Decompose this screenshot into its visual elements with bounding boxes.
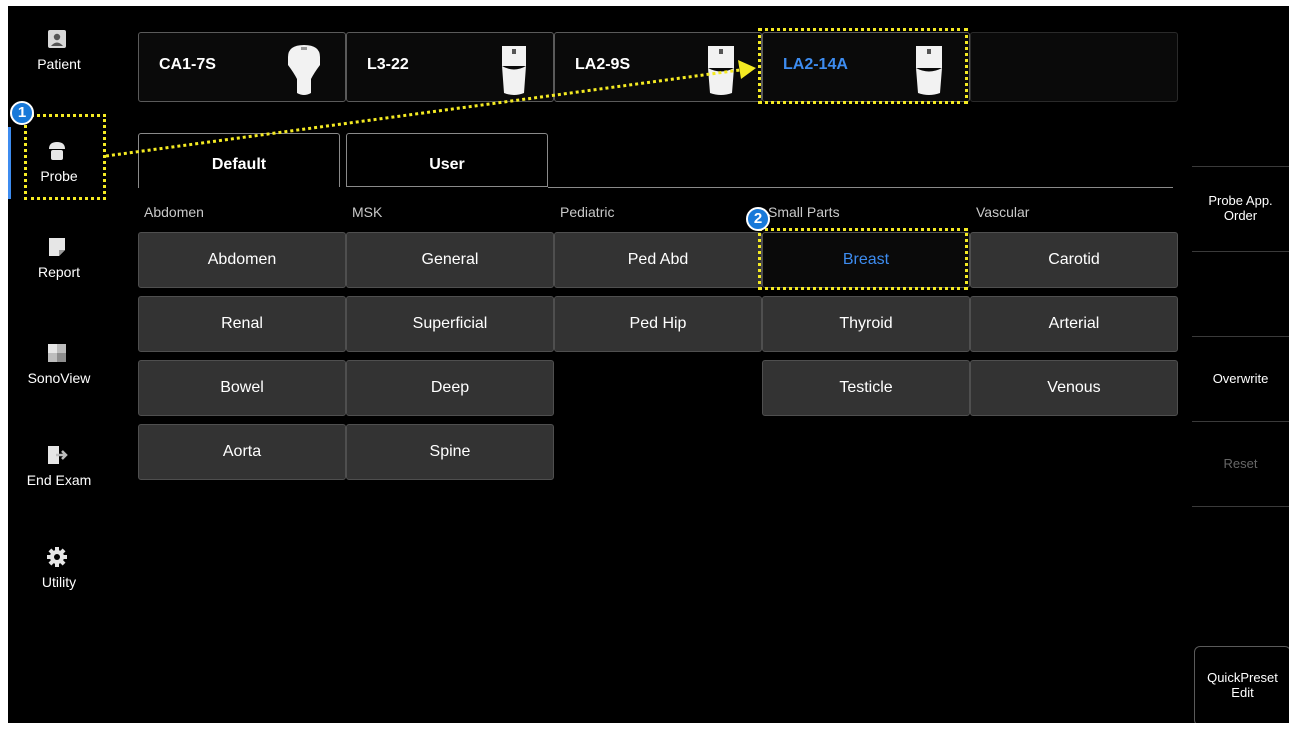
patient-icon <box>48 30 66 48</box>
linear-probe-icon <box>708 46 734 95</box>
quickpreset-edit-button[interactable]: QuickPreset Edit <box>1194 646 1289 723</box>
preset-bowel[interactable]: Bowel <box>138 360 346 416</box>
nav-item-utility[interactable]: Utility <box>8 536 110 606</box>
step-badge-1: 1 <box>10 101 34 125</box>
preset-renal[interactable]: Renal <box>138 296 346 352</box>
nav-item-sonoview[interactable]: SonoView <box>8 332 110 402</box>
probe-card-l3-22[interactable]: L3-22 <box>346 32 554 102</box>
end-exam-icon <box>48 446 68 464</box>
probe-name: L3-22 <box>367 56 409 73</box>
preset-abdomen[interactable]: Abdomen <box>138 232 346 288</box>
nav-label-sonoview: SonoView <box>27 370 91 386</box>
preset-testicle[interactable]: Testicle <box>762 360 970 416</box>
nav-item-probe[interactable]: Probe <box>8 130 110 200</box>
right-divider <box>1192 506 1289 507</box>
probe-card-la2-14a[interactable]: LA2-14A <box>762 32 970 102</box>
report-icon <box>49 238 65 256</box>
linear-probe-icon <box>502 46 526 95</box>
nav-item-report[interactable]: Report <box>8 226 110 296</box>
preset-breast[interactable]: Breast <box>762 232 970 288</box>
probe-name: LA2-14A <box>783 56 848 73</box>
preset-spine[interactable]: Spine <box>346 424 554 480</box>
probe-card-la2-9s[interactable]: LA2-9S <box>554 32 762 102</box>
preset-arterial[interactable]: Arterial <box>970 296 1178 352</box>
overwrite-button[interactable]: Overwrite <box>1192 371 1289 386</box>
linear-probe-icon <box>916 46 942 95</box>
nav-label-patient: Patient <box>37 56 81 72</box>
nav-label-probe: Probe <box>40 168 78 184</box>
right-divider <box>1192 421 1289 422</box>
preset-superficial[interactable]: Superficial <box>346 296 554 352</box>
nav-item-patient[interactable]: Patient <box>8 18 110 88</box>
preset-carotid[interactable]: Carotid <box>970 232 1178 288</box>
sonoview-icon <box>48 344 66 362</box>
preset-general[interactable]: General <box>346 232 554 288</box>
category-msk: MSK <box>352 204 383 220</box>
gear-icon <box>47 547 67 567</box>
nav-label-utility: Utility <box>41 574 77 590</box>
right-divider <box>1192 166 1289 167</box>
tab-divider <box>138 187 139 188</box>
probe-card-empty-slot <box>970 32 1178 102</box>
category-abdomen: Abdomen <box>144 204 204 220</box>
preset-aorta[interactable]: Aorta <box>138 424 346 480</box>
probe-name: LA2-9S <box>575 56 631 73</box>
tab-default[interactable]: Default <box>138 133 340 187</box>
category-vascular: Vascular <box>976 204 1030 220</box>
category-pediatric: Pediatric <box>560 204 615 220</box>
convex-probe-icon <box>288 45 320 95</box>
right-divider <box>1192 336 1289 337</box>
probe-app-order-button[interactable]: Probe App. Order <box>1192 193 1289 223</box>
preset-venous[interactable]: Venous <box>970 360 1178 416</box>
ultrasound-screen: Patient Probe Report SonoView End Exam U… <box>8 6 1289 723</box>
nav-label-report: Report <box>37 264 81 280</box>
probe-card-ca1-7s[interactable]: CA1-7S <box>138 32 346 102</box>
nav-item-end-exam[interactable]: End Exam <box>8 434 110 504</box>
reset-button[interactable]: Reset <box>1192 456 1289 471</box>
preset-ped-abd[interactable]: Ped Abd <box>554 232 762 288</box>
preset-thyroid[interactable]: Thyroid <box>762 296 970 352</box>
right-divider <box>1192 251 1289 252</box>
category-small-parts: Small Parts <box>768 204 840 220</box>
tab-user[interactable]: User <box>346 133 548 187</box>
probe-icon <box>49 142 65 160</box>
probe-name: CA1-7S <box>159 56 216 73</box>
step-badge-2: 2 <box>746 207 770 231</box>
nav-label-end-exam: End Exam <box>26 472 92 488</box>
preset-deep[interactable]: Deep <box>346 360 554 416</box>
tab-baseline <box>548 187 1173 188</box>
preset-ped-hip[interactable]: Ped Hip <box>554 296 762 352</box>
